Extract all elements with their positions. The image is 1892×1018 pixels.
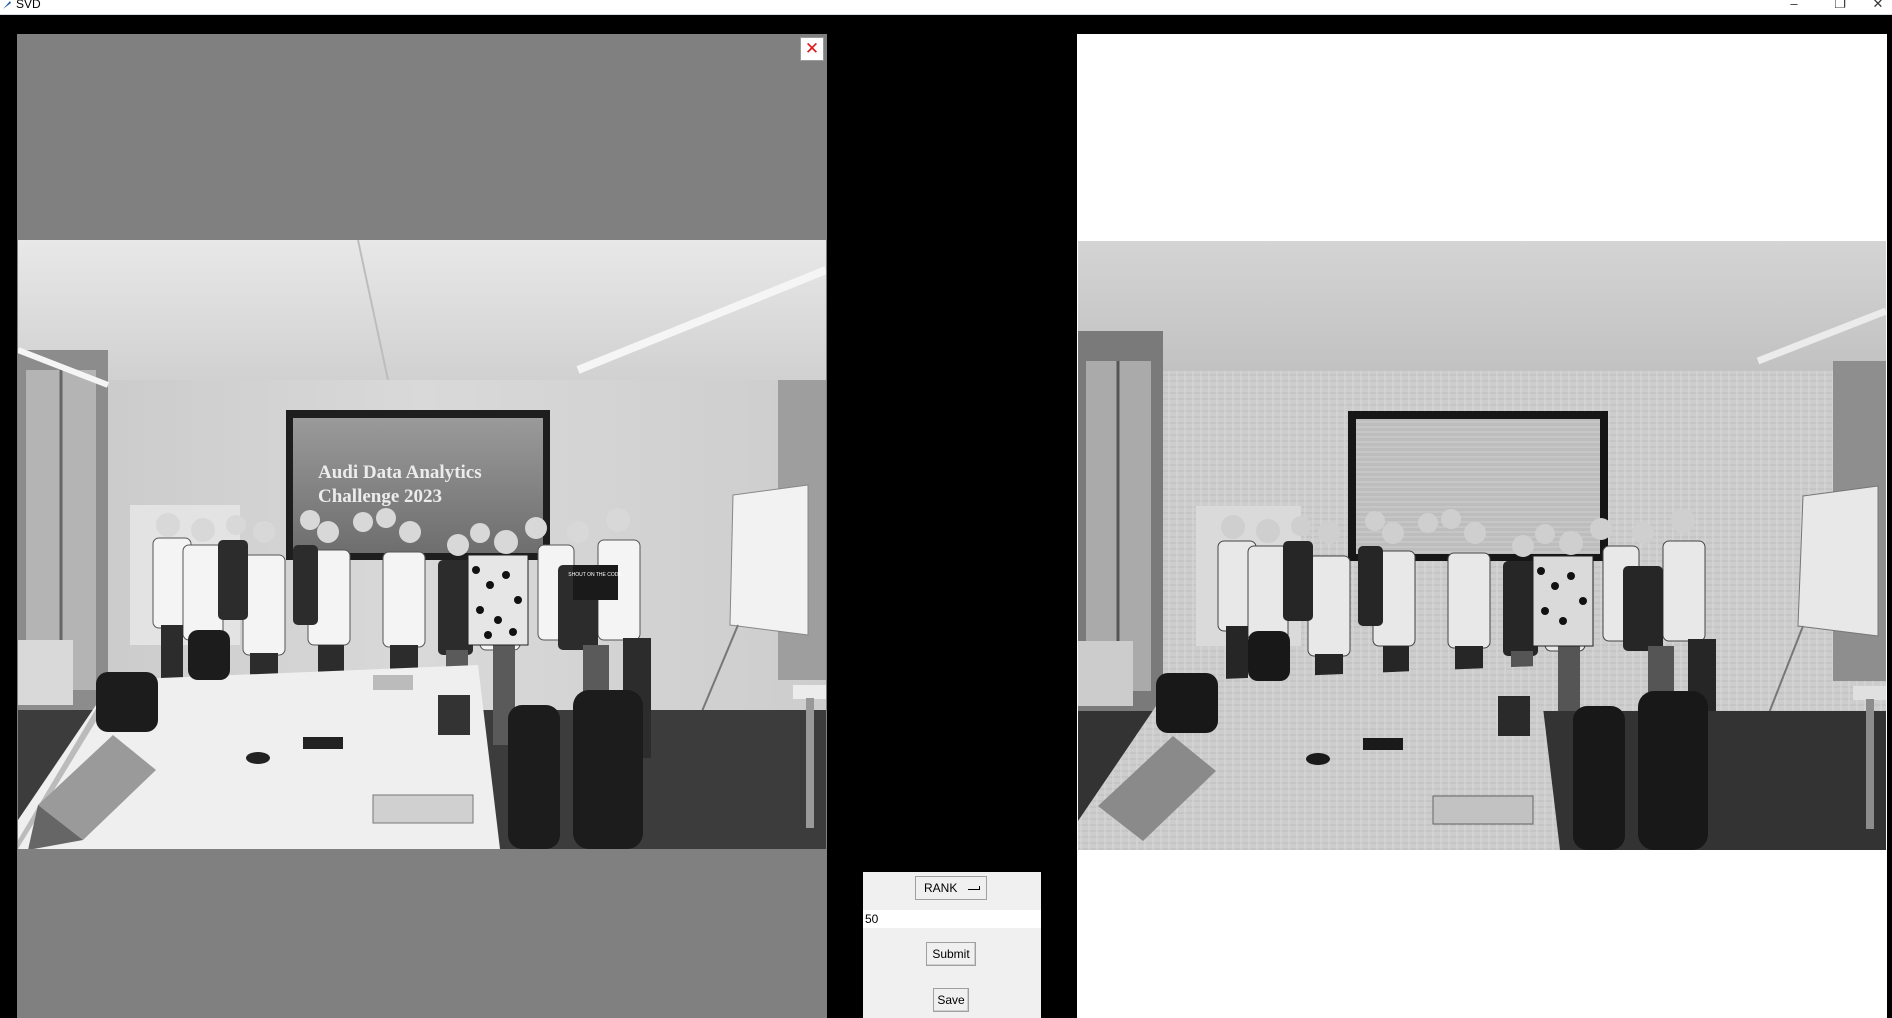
rank-dropdown-label: RANK — [924, 881, 958, 895]
close-window-icon[interactable]: ✕ — [1864, 0, 1892, 12]
save-button[interactable]: Save — [933, 988, 969, 1012]
app-feather-icon — [3, 1, 11, 9]
slide-title-line2: Challenge 2023 — [318, 486, 442, 507]
submit-button[interactable]: Submit — [926, 942, 976, 966]
maximize-icon[interactable]: ❐ — [1826, 0, 1854, 12]
rank-value-input[interactable] — [863, 910, 1041, 928]
minimize-icon[interactable]: – — [1780, 0, 1808, 12]
rank-dropdown[interactable]: RANK — [915, 876, 987, 900]
slide-title-line1: Audi Data Analytics — [318, 462, 482, 483]
close-image-button[interactable]: ✕ — [800, 37, 824, 61]
reconstructed-photo — [1078, 241, 1886, 850]
app-window: SVD – ❐ ✕ Audi Data Analytics Challenge … — [0, 0, 1892, 1018]
close-icon: ✕ — [804, 39, 820, 58]
reconstructed-photo-graphic — [1078, 241, 1886, 850]
controls-panel: RANK Submit Save — [863, 872, 1041, 1018]
original-photo: Audi Data Analytics Challenge 2023 SHOUT… — [18, 240, 826, 849]
window-title: SVD — [16, 0, 41, 11]
dropdown-indicator-icon — [968, 886, 980, 890]
title-bar: SVD – ❐ ✕ — [0, 0, 1892, 15]
shirt-print: SHOUT ON THE CODE — [568, 572, 622, 578]
original-photo-graphic: Audi Data Analytics Challenge 2023 SHOUT… — [18, 240, 826, 849]
